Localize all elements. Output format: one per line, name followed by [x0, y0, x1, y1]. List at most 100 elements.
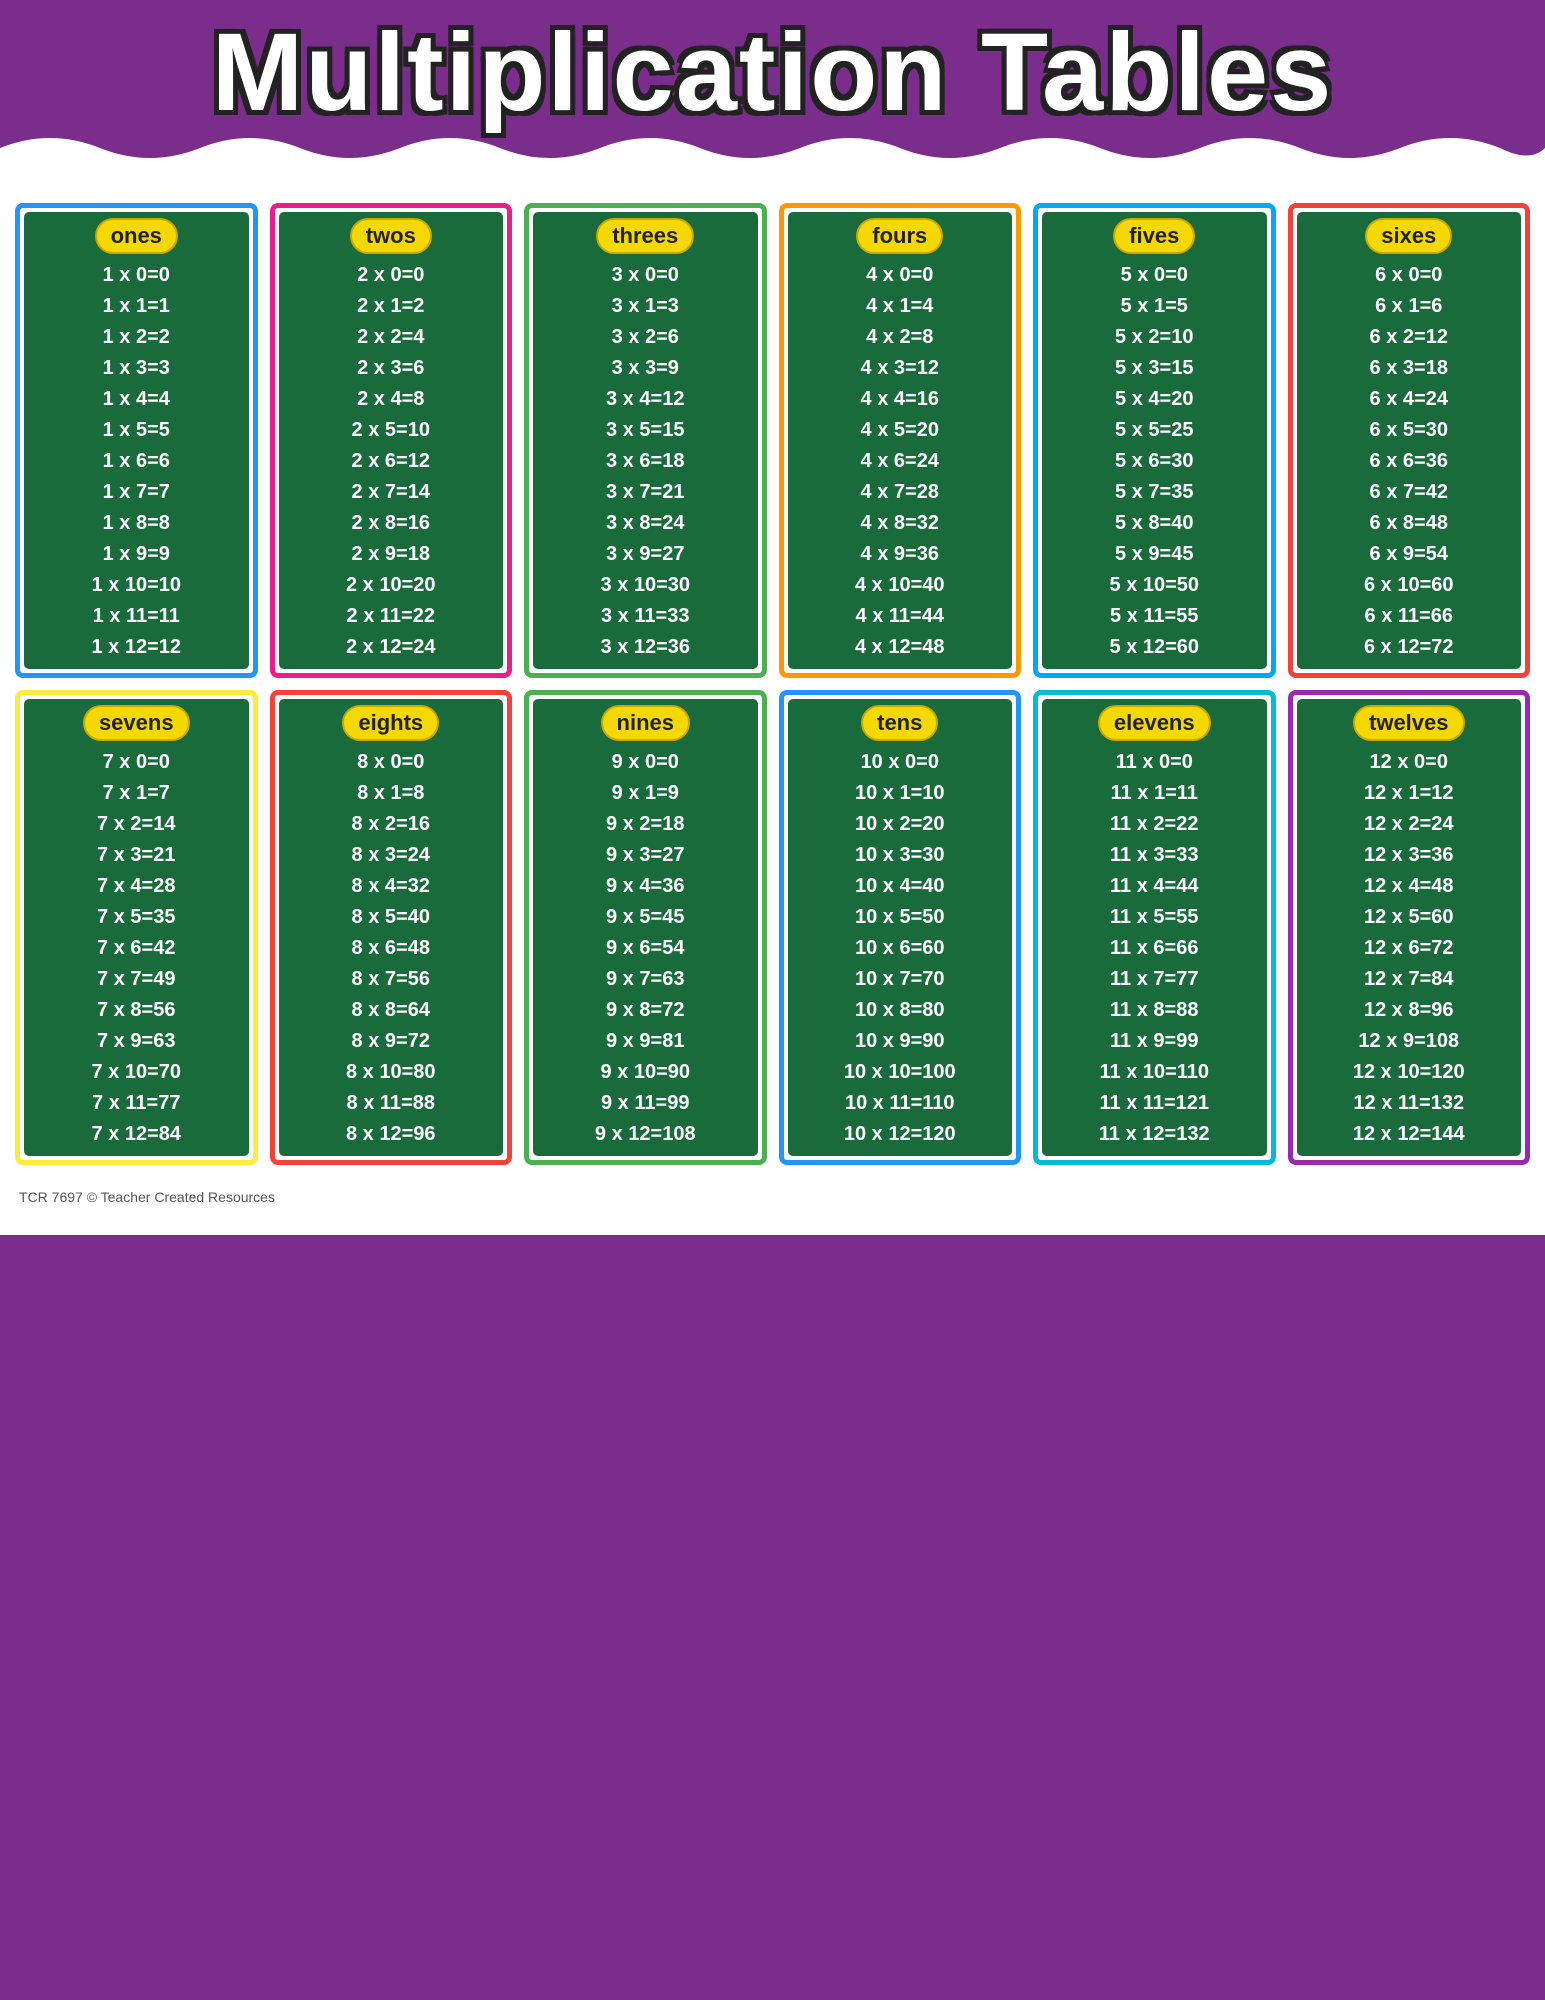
table-row: 11 x 12=132: [1046, 1119, 1263, 1150]
table-row: 11 x 1=11: [1046, 778, 1263, 809]
footer-text: TCR 7697 © Teacher Created Resources: [15, 1185, 1530, 1205]
table-row: 10 x 6=60: [792, 933, 1009, 964]
table-row: 11 x 7=77: [1046, 964, 1263, 995]
table-row: 7 x 11=77: [28, 1088, 245, 1119]
table-row: 6 x 8=48: [1301, 508, 1518, 539]
table-row: 10 x 11=110: [792, 1088, 1009, 1119]
table-header-sixes: sixes: [1365, 218, 1452, 254]
table-row: 8 x 2=16: [283, 809, 500, 840]
table-row: 1 x 0=0: [28, 260, 245, 291]
table-row: 11 x 10=110: [1046, 1057, 1263, 1088]
table-row: 3 x 10=30: [537, 570, 754, 601]
table-row: 9 x 4=36: [537, 871, 754, 902]
table-row: 8 x 4=32: [283, 871, 500, 902]
table-row: 9 x 9=81: [537, 1026, 754, 1057]
table-row: 12 x 7=84: [1301, 964, 1518, 995]
table-header-ones: ones: [95, 218, 178, 254]
table-row: 7 x 10=70: [28, 1057, 245, 1088]
wave-divider: [0, 128, 1545, 183]
table-card-sevens: sevens7 x 0=07 x 1=77 x 2=147 x 3=217 x …: [15, 690, 258, 1165]
table-row: 7 x 2=14: [28, 809, 245, 840]
table-row: 3 x 1=3: [537, 291, 754, 322]
header-section: Multiplication Tables: [0, 0, 1545, 183]
table-card-fives: fives5 x 0=05 x 1=55 x 2=105 x 3=155 x 4…: [1033, 203, 1276, 678]
table-row: 12 x 9=108: [1301, 1026, 1518, 1057]
table-row: 2 x 3=6: [283, 353, 500, 384]
table-row: 9 x 3=27: [537, 840, 754, 871]
table-row: 11 x 9=99: [1046, 1026, 1263, 1057]
table-row: 1 x 5=5: [28, 415, 245, 446]
table-row: 2 x 1=2: [283, 291, 500, 322]
table-row: 10 x 3=30: [792, 840, 1009, 871]
table-row: 10 x 9=90: [792, 1026, 1009, 1057]
table-row: 4 x 7=28: [792, 477, 1009, 508]
table-row: 6 x 9=54: [1301, 539, 1518, 570]
table-row: 12 x 4=48: [1301, 871, 1518, 902]
table-inner-twelves: twelves 12 x 0=012 x 1=1212 x 2=2412 x 3=…: [1297, 699, 1522, 1156]
table-row: 1 x 3=3: [28, 353, 245, 384]
table-inner-fours: fours4 x 0=04 x 1=44 x 2=84 x 3=124 x 4=…: [788, 212, 1013, 669]
table-row: 12 x 5=60: [1301, 902, 1518, 933]
table-card-twos: twos2 x 0=02 x 1=22 x 2=42 x 3=62 x 4=82…: [270, 203, 513, 678]
table-row: 12 x 3=36: [1301, 840, 1518, 871]
table-row: 9 x 1=9: [537, 778, 754, 809]
table-row: 2 x 6=12: [283, 446, 500, 477]
table-inner-fives: fives5 x 0=05 x 1=55 x 2=105 x 3=155 x 4…: [1042, 212, 1267, 669]
table-row: 10 x 7=70: [792, 964, 1009, 995]
table-row: 11 x 6=66: [1046, 933, 1263, 964]
table-row: 5 x 5=25: [1046, 415, 1263, 446]
table-row: 1 x 1=1: [28, 291, 245, 322]
table-header-elevens: elevens: [1098, 705, 1211, 741]
table-card-eights: eights8 x 0=08 x 1=88 x 2=168 x 3=248 x …: [270, 690, 513, 1165]
table-row: 12 x 2=24: [1301, 809, 1518, 840]
table-row: 5 x 1=5: [1046, 291, 1263, 322]
table-row: 3 x 4=12: [537, 384, 754, 415]
table-row: 12 x 10=120: [1301, 1057, 1518, 1088]
table-row: 6 x 0=0: [1301, 260, 1518, 291]
table-row: 12 x 6=72: [1301, 933, 1518, 964]
table-row: 5 x 12=60: [1046, 632, 1263, 663]
table-header-fours: fours: [856, 218, 943, 254]
table-row: 5 x 4=20: [1046, 384, 1263, 415]
table-card-elevens: elevens11 x 0=011 x 1=1111 x 2=2211 x 3=…: [1033, 690, 1276, 1165]
table-row: 6 x 10=60: [1301, 570, 1518, 601]
table-row: 5 x 6=30: [1046, 446, 1263, 477]
table-row: 3 x 9=27: [537, 539, 754, 570]
table-row: 5 x 10=50: [1046, 570, 1263, 601]
table-row: 6 x 7=42: [1301, 477, 1518, 508]
page-title: Multiplication Tables: [10, 18, 1535, 128]
table-row: 9 x 5=45: [537, 902, 754, 933]
table-row: 9 x 10=90: [537, 1057, 754, 1088]
table-row: 10 x 8=80: [792, 995, 1009, 1026]
table-row: 10 x 1=10: [792, 778, 1009, 809]
table-row: 11 x 3=33: [1046, 840, 1263, 871]
table-row: 9 x 2=18: [537, 809, 754, 840]
table-row: 8 x 8=64: [283, 995, 500, 1026]
table-card-tens: tens10 x 0=010 x 1=1010 x 2=2010 x 3=301…: [779, 690, 1022, 1165]
table-row: 12 x 8=96: [1301, 995, 1518, 1026]
table-row: 9 x 8=72: [537, 995, 754, 1026]
main-content: ones1 x 0=01 x 1=11 x 2=21 x 3=31 x 4=41…: [0, 183, 1545, 1235]
table-row: 2 x 4=8: [283, 384, 500, 415]
table-row: 10 x 5=50: [792, 902, 1009, 933]
table-row: 4 x 8=32: [792, 508, 1009, 539]
table-row: 7 x 0=0: [28, 747, 245, 778]
table-row: 8 x 12=96: [283, 1119, 500, 1150]
table-row: 12 x 0=0: [1301, 747, 1518, 778]
table-inner-twos: twos2 x 0=02 x 1=22 x 2=42 x 3=62 x 4=82…: [279, 212, 504, 669]
table-row: 8 x 9=72: [283, 1026, 500, 1057]
table-row: 4 x 0=0: [792, 260, 1009, 291]
table-row: 12 x 1=12: [1301, 778, 1518, 809]
table-row: 7 x 3=21: [28, 840, 245, 871]
table-card-nines: nines9 x 0=09 x 1=99 x 2=189 x 3=279 x 4…: [524, 690, 767, 1165]
table-row: 4 x 5=20: [792, 415, 1009, 446]
table-row: 9 x 12=108: [537, 1119, 754, 1150]
table-row: 10 x 10=100: [792, 1057, 1009, 1088]
table-card-threes: threes3 x 0=03 x 1=33 x 2=63 x 3=93 x 4=…: [524, 203, 767, 678]
table-row: 2 x 11=22: [283, 601, 500, 632]
table-row: 3 x 2=6: [537, 322, 754, 353]
table-row: 11 x 11=121: [1046, 1088, 1263, 1119]
table-header-twelves: twelves: [1353, 705, 1465, 741]
table-inner-ones: ones1 x 0=01 x 1=11 x 2=21 x 3=31 x 4=41…: [24, 212, 249, 669]
table-row: 1 x 8=8: [28, 508, 245, 539]
